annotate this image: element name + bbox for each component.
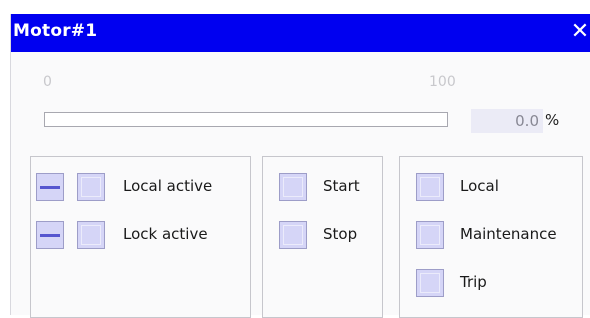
lock-active-dash-indicator bbox=[36, 221, 64, 249]
start-indicator[interactable] bbox=[279, 173, 307, 201]
local-active-dash-indicator bbox=[36, 173, 64, 201]
command-panel: Start Stop bbox=[262, 156, 383, 318]
speed-unit: % bbox=[545, 111, 560, 129]
status-panel: Local active Lock active bbox=[30, 156, 251, 318]
local-active-label: Local active bbox=[123, 177, 213, 195]
maintenance-indicator bbox=[416, 221, 444, 249]
stop-indicator[interactable] bbox=[279, 221, 307, 249]
speed-readout: 0.0 bbox=[471, 109, 543, 133]
local-label: Local bbox=[460, 177, 499, 195]
lock-active-indicator bbox=[77, 221, 105, 249]
local-active-indicator bbox=[77, 173, 105, 201]
trip-label: Trip bbox=[460, 273, 487, 291]
close-icon[interactable]: ✕ bbox=[569, 18, 590, 46]
motor-faceplate-window: Motor#1 ✕ 0 100 0.0 % Local active Lock … bbox=[10, 14, 590, 318]
title-bar[interactable]: Motor#1 ✕ bbox=[11, 14, 590, 52]
stop-label: Stop bbox=[323, 225, 358, 243]
start-label: Start bbox=[323, 177, 360, 195]
window-title: Motor#1 bbox=[13, 21, 98, 41]
scale-min-label: 0 bbox=[43, 74, 52, 90]
local-indicator bbox=[416, 173, 444, 201]
maintenance-label: Maintenance bbox=[460, 225, 557, 243]
lock-active-label: Lock active bbox=[123, 225, 208, 243]
trip-indicator bbox=[416, 269, 444, 297]
mode-panel: Local Maintenance Trip bbox=[399, 156, 583, 318]
scale-max-label: 100 bbox=[429, 74, 456, 90]
speed-bar bbox=[44, 112, 448, 127]
